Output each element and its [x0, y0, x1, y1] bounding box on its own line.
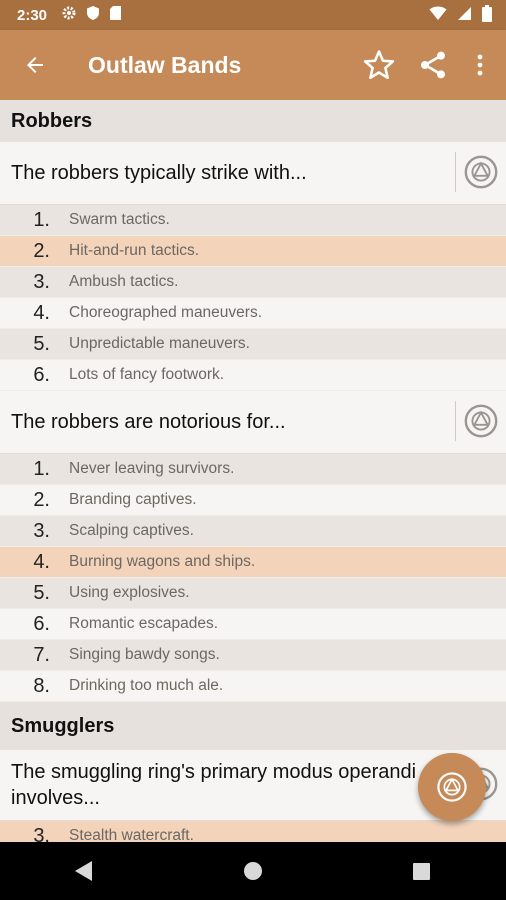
row-number: 8. — [33, 674, 50, 697]
row-text: Never leaving survivors. — [69, 460, 235, 477]
row-text: Ambush tactics. — [69, 273, 179, 290]
favorite-button[interactable] — [352, 30, 406, 100]
row-number: 1. — [33, 208, 50, 231]
share-button[interactable] — [406, 30, 460, 100]
nav-home-circle-icon — [243, 862, 262, 880]
table-row[interactable]: 3. Scalping captives. — [0, 516, 506, 547]
shield-icon — [86, 5, 100, 25]
table-row[interactable]: 8. Drinking too much ale. — [0, 671, 506, 702]
section-header-smugglers: Smugglers — [0, 702, 506, 750]
table-prompt: The robbers are notorious for... — [0, 391, 506, 454]
table-row[interactable]: 7. Singing bawdy songs. — [0, 640, 506, 671]
row-number: 3. — [33, 270, 50, 293]
table-row[interactable]: 5. Using explosives. — [0, 578, 506, 609]
row-text: Scalping captives. — [69, 522, 194, 539]
nav-recents-button[interactable] — [392, 842, 452, 900]
prompt-text: The robbers are notorious for... — [11, 411, 286, 433]
table-row-selected[interactable]: 3. Stealth watercraft. — [0, 821, 506, 842]
page-title: Outlaw Bands — [88, 51, 242, 78]
row-text: Swarm tactics. — [69, 211, 170, 228]
row-number: 1. — [33, 457, 50, 480]
row-number: 6. — [33, 612, 50, 635]
roll-all-fab[interactable] — [418, 753, 486, 821]
dice-roll-icon — [437, 772, 467, 802]
table-row[interactable]: 1. Swarm tactics. — [0, 205, 506, 236]
row-text: Branding captives. — [69, 491, 197, 508]
row-number: 6. — [33, 363, 50, 386]
nav-back-button[interactable] — [54, 842, 114, 900]
row-text: Drinking too much ale. — [69, 677, 224, 694]
row-number: 5. — [33, 332, 50, 355]
battery-icon — [482, 4, 492, 26]
row-text: Stealth watercraft. — [69, 827, 194, 842]
table-list[interactable]: Robbers The robbers typically strike wit… — [0, 100, 506, 842]
row-text: Singing bawdy songs. — [69, 646, 220, 663]
system-nav-bar — [0, 842, 506, 900]
nav-back-triangle-icon — [75, 861, 93, 881]
row-text: Romantic escapades. — [69, 615, 219, 632]
row-number: 7. — [33, 643, 50, 666]
table-prompt: The robbers typically strike with... — [0, 142, 506, 205]
settings-gear-icon — [61, 5, 77, 25]
dice-roll-icon — [464, 155, 498, 189]
result-list: 3. Stealth watercraft. — [0, 821, 506, 842]
table-row[interactable]: 1. Never leaving survivors. — [0, 454, 506, 485]
row-text: Burning wagons and ships. — [69, 553, 256, 570]
status-time: 2:30 — [17, 6, 48, 24]
sd-card-icon — [109, 5, 122, 25]
row-number: 3. — [33, 824, 50, 843]
nav-home-button[interactable] — [223, 842, 283, 900]
table-row[interactable]: 5. Unpredictable maneuvers. — [0, 329, 506, 360]
result-list: 1. Swarm tactics. 2. Hit-and-run tactics. … — [0, 205, 506, 391]
star-outline-icon — [363, 50, 395, 80]
row-number: 4. — [33, 301, 50, 324]
table-row-selected[interactable]: 4. Burning wagons and ships. — [0, 547, 506, 578]
table-row[interactable]: 2. Branding captives. — [0, 485, 506, 516]
arrow-back-icon — [27, 57, 43, 73]
table-row[interactable]: 4. Choreographed maneuvers. — [0, 298, 506, 329]
share-icon — [421, 51, 445, 79]
row-text: Using explosives. — [69, 584, 190, 601]
prompt-text: The robbers typically strike with... — [11, 162, 307, 184]
cell-signal-icon — [457, 6, 472, 25]
row-number: 2. — [33, 488, 50, 511]
more-vert-icon — [477, 54, 483, 76]
nav-recents-square-icon — [413, 862, 431, 880]
roll-button[interactable] — [455, 401, 506, 441]
wifi-icon — [429, 6, 447, 25]
table-row[interactable]: 6. Lots of fancy footwork. — [0, 360, 506, 391]
dice-roll-icon — [464, 404, 498, 438]
row-number: 5. — [33, 581, 50, 604]
app-bar: Outlaw Bands — [0, 30, 506, 100]
result-list: 1. Never leaving survivors. 2. Branding ca… — [0, 454, 506, 702]
table-row[interactable]: 6. Romantic escapades. — [0, 609, 506, 640]
row-number: 2. — [33, 239, 50, 262]
row-text: Unpredictable maneuvers. — [69, 335, 250, 352]
table-row-selected[interactable]: 2. Hit-and-run tactics. — [0, 236, 506, 267]
row-number: 3. — [33, 519, 50, 542]
back-button[interactable] — [0, 30, 70, 100]
roll-button[interactable] — [455, 152, 506, 192]
row-text: Hit-and-run tactics. — [69, 242, 200, 259]
overflow-menu-button[interactable] — [460, 30, 500, 100]
table-row[interactable]: 3. Ambush tactics. — [0, 267, 506, 298]
section-header-robbers: Robbers — [0, 100, 506, 142]
row-text: Choreographed maneuvers. — [69, 304, 263, 321]
row-text: Lots of fancy footwork. — [69, 366, 225, 383]
status-bar: 2:30 — [0, 0, 506, 30]
row-number: 4. — [33, 550, 50, 573]
